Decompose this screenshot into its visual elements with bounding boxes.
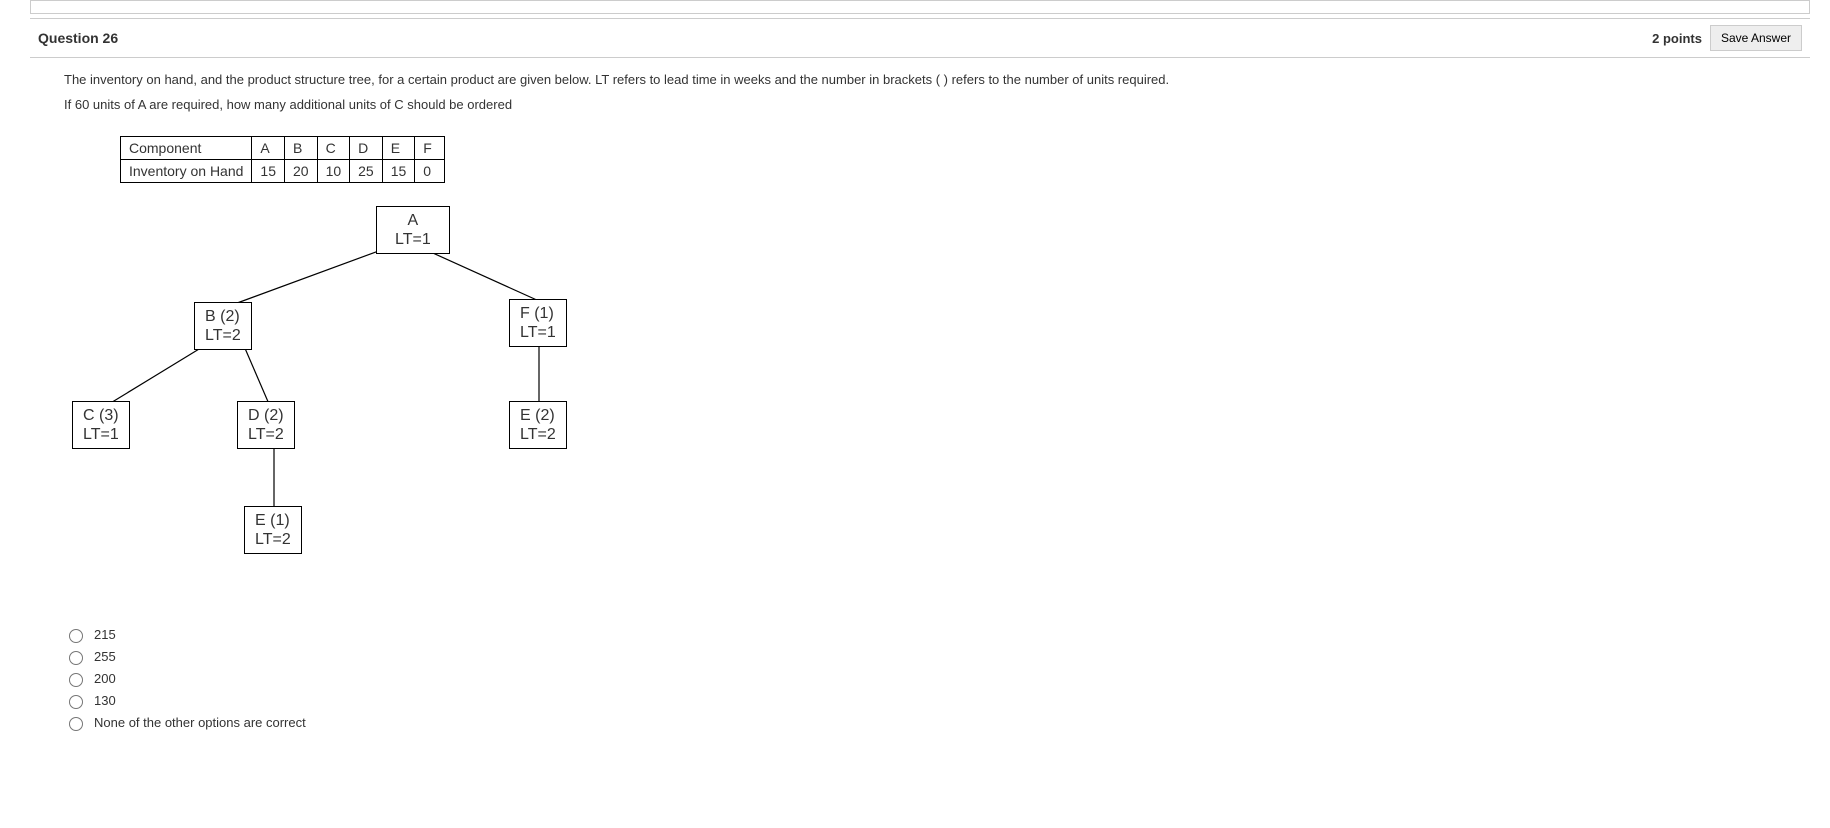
node-line2: LT=2	[205, 326, 241, 345]
node-line2: LT=1	[83, 425, 119, 444]
node-line1: B (2)	[205, 307, 241, 326]
node-line1: E (2)	[520, 406, 556, 425]
option-label: 215	[94, 627, 116, 642]
top-text-input[interactable]	[30, 0, 1810, 14]
node-line1: C (3)	[83, 406, 119, 425]
question-title: Question 26	[38, 30, 118, 46]
question-body: The inventory on hand, and the product s…	[30, 72, 1810, 731]
radio-option-4[interactable]	[69, 695, 83, 709]
option-label: None of the other options are correct	[94, 715, 306, 730]
radio-option-5[interactable]	[69, 717, 83, 731]
question-text-1: The inventory on hand, and the product s…	[64, 72, 1796, 87]
node-line1: A	[395, 211, 431, 230]
tree-node-E-under-D: E (1) LT=2	[244, 506, 302, 554]
answer-option-3[interactable]: 200	[64, 670, 1796, 687]
node-line2: LT=1	[520, 323, 556, 342]
question-points: 2 points	[1652, 31, 1702, 46]
option-label: 130	[94, 693, 116, 708]
radio-option-3[interactable]	[69, 673, 83, 687]
node-line2: LT=1	[395, 230, 431, 249]
diagram-area: Component A B C D E F Inventory on Hand …	[64, 136, 764, 616]
tree-node-E-under-F: E (2) LT=2	[509, 401, 567, 449]
radio-option-1[interactable]	[69, 629, 83, 643]
option-label: 255	[94, 649, 116, 664]
question-text-2: If 60 units of A are required, how many …	[64, 97, 1796, 112]
option-label: 200	[94, 671, 116, 686]
node-line1: D (2)	[248, 406, 284, 425]
answer-option-4[interactable]: 130	[64, 692, 1796, 709]
tree-node-D: D (2) LT=2	[237, 401, 295, 449]
answer-option-1[interactable]: 215	[64, 626, 1796, 643]
tree-node-A: A LT=1	[376, 206, 450, 254]
answer-options: 215 255 200 130 None of the other option…	[64, 626, 1796, 731]
tree-node-B: B (2) LT=2	[194, 302, 252, 350]
node-line2: LT=2	[520, 425, 556, 444]
question-header: Question 26 2 points Save Answer	[30, 18, 1810, 58]
tree-node-C: C (3) LT=1	[72, 401, 130, 449]
node-line2: LT=2	[248, 425, 284, 444]
tree-node-F: F (1) LT=1	[509, 299, 567, 347]
node-line2: LT=2	[255, 530, 291, 549]
radio-option-2[interactable]	[69, 651, 83, 665]
node-line1: F (1)	[520, 304, 556, 323]
node-line1: E (1)	[255, 511, 291, 530]
answer-option-5[interactable]: None of the other options are correct	[64, 714, 1796, 731]
answer-option-2[interactable]: 255	[64, 648, 1796, 665]
save-answer-button[interactable]: Save Answer	[1710, 25, 1802, 51]
